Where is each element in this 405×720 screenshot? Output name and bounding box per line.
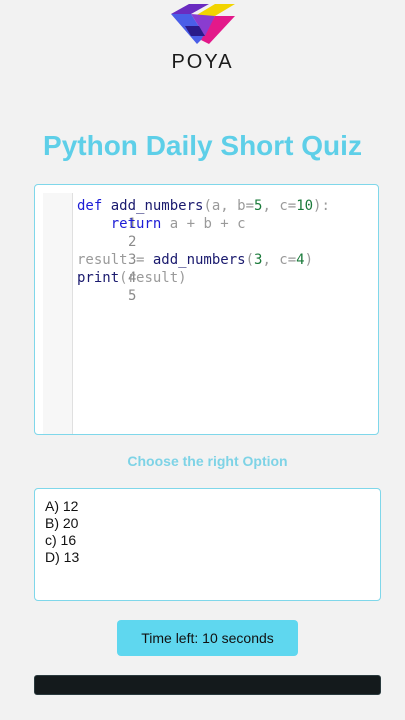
page-title: Python Daily Short Quiz [43, 130, 362, 161]
code-line: 3 [43, 233, 136, 268]
code-line: 5 print(result) [43, 269, 187, 304]
progress-bar [34, 675, 381, 695]
code-text: result = add_numbers(3, c=4) [77, 252, 314, 268]
quiz-page: POYA Python Daily Short Quiz 1 def add_n… [0, 0, 405, 720]
code-text: def add_numbers(a, b=5, c=10): [77, 198, 330, 214]
choose-option-label: Choose the right Option [127, 453, 288, 469]
line-number: 5 [128, 288, 137, 304]
options-box: A) 12 B) 20 c) 16 D) 13 [34, 488, 381, 601]
poya-logo-icon [170, 4, 235, 44]
option-a[interactable]: A) 12 [45, 498, 370, 515]
option-c[interactable]: c) 16 [45, 532, 370, 549]
code-area: 1 def add_numbers(a, b=5, c=10): 2 retur… [43, 193, 372, 434]
timer-badge: Time left: 10 seconds [117, 620, 298, 656]
code-editor: 1 def add_numbers(a, b=5, c=10): 2 retur… [34, 184, 379, 435]
code-line: 1 def add_numbers(a, b=5, c=10): [43, 197, 330, 232]
option-d[interactable]: D) 13 [45, 549, 370, 566]
code-line: 2 return a + b + c [43, 215, 246, 250]
code-line: 4 result = add_numbers(3, c=4) [43, 251, 313, 286]
code-text: return a + b + c [110, 216, 246, 232]
option-b[interactable]: B) 20 [45, 515, 370, 532]
logo: POYA [0, 0, 405, 80]
logo-text: POYA [171, 51, 234, 73]
code-text: print(result) [77, 270, 187, 286]
